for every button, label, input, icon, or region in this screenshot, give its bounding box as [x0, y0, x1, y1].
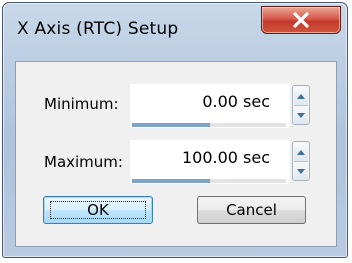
maximum-spinner — [292, 141, 310, 181]
minimum-field[interactable]: 0.00 sec — [130, 84, 290, 128]
arrow-up-icon — [297, 93, 305, 99]
dialog-window: X Axis (RTC) Setup Minimum: 0.00 sec Max… — [2, 2, 348, 258]
close-icon — [293, 12, 309, 28]
close-button[interactable] — [261, 6, 341, 34]
window-title: X Axis (RTC) Setup — [17, 19, 179, 39]
cancel-button-label: Cancel — [226, 201, 277, 219]
minimum-field-track — [210, 123, 286, 127]
maximum-value: 100.00 sec — [181, 148, 270, 167]
maximum-increment-button[interactable] — [294, 143, 308, 162]
maximum-field-track — [210, 179, 286, 183]
cancel-button[interactable]: Cancel — [197, 196, 306, 224]
dialog-body: Minimum: 0.00 sec Maximum: 100.00 sec OK… — [15, 61, 337, 247]
arrow-down-icon — [297, 168, 305, 174]
focus-ring — [50, 201, 146, 219]
maximum-field-underline — [132, 179, 210, 183]
minimum-label: Minimum: — [44, 95, 119, 113]
minimum-field-underline — [132, 123, 210, 127]
maximum-label: Maximum: — [44, 153, 123, 171]
maximum-decrement-button[interactable] — [294, 162, 308, 180]
minimum-decrement-button[interactable] — [294, 106, 308, 124]
minimum-value: 0.00 sec — [202, 92, 270, 111]
minimum-increment-button[interactable] — [294, 87, 308, 106]
arrow-down-icon — [297, 112, 305, 118]
arrow-up-icon — [297, 149, 305, 155]
ok-button[interactable]: OK — [43, 196, 153, 224]
minimum-spinner — [292, 85, 310, 125]
maximum-field[interactable]: 100.00 sec — [130, 140, 290, 184]
